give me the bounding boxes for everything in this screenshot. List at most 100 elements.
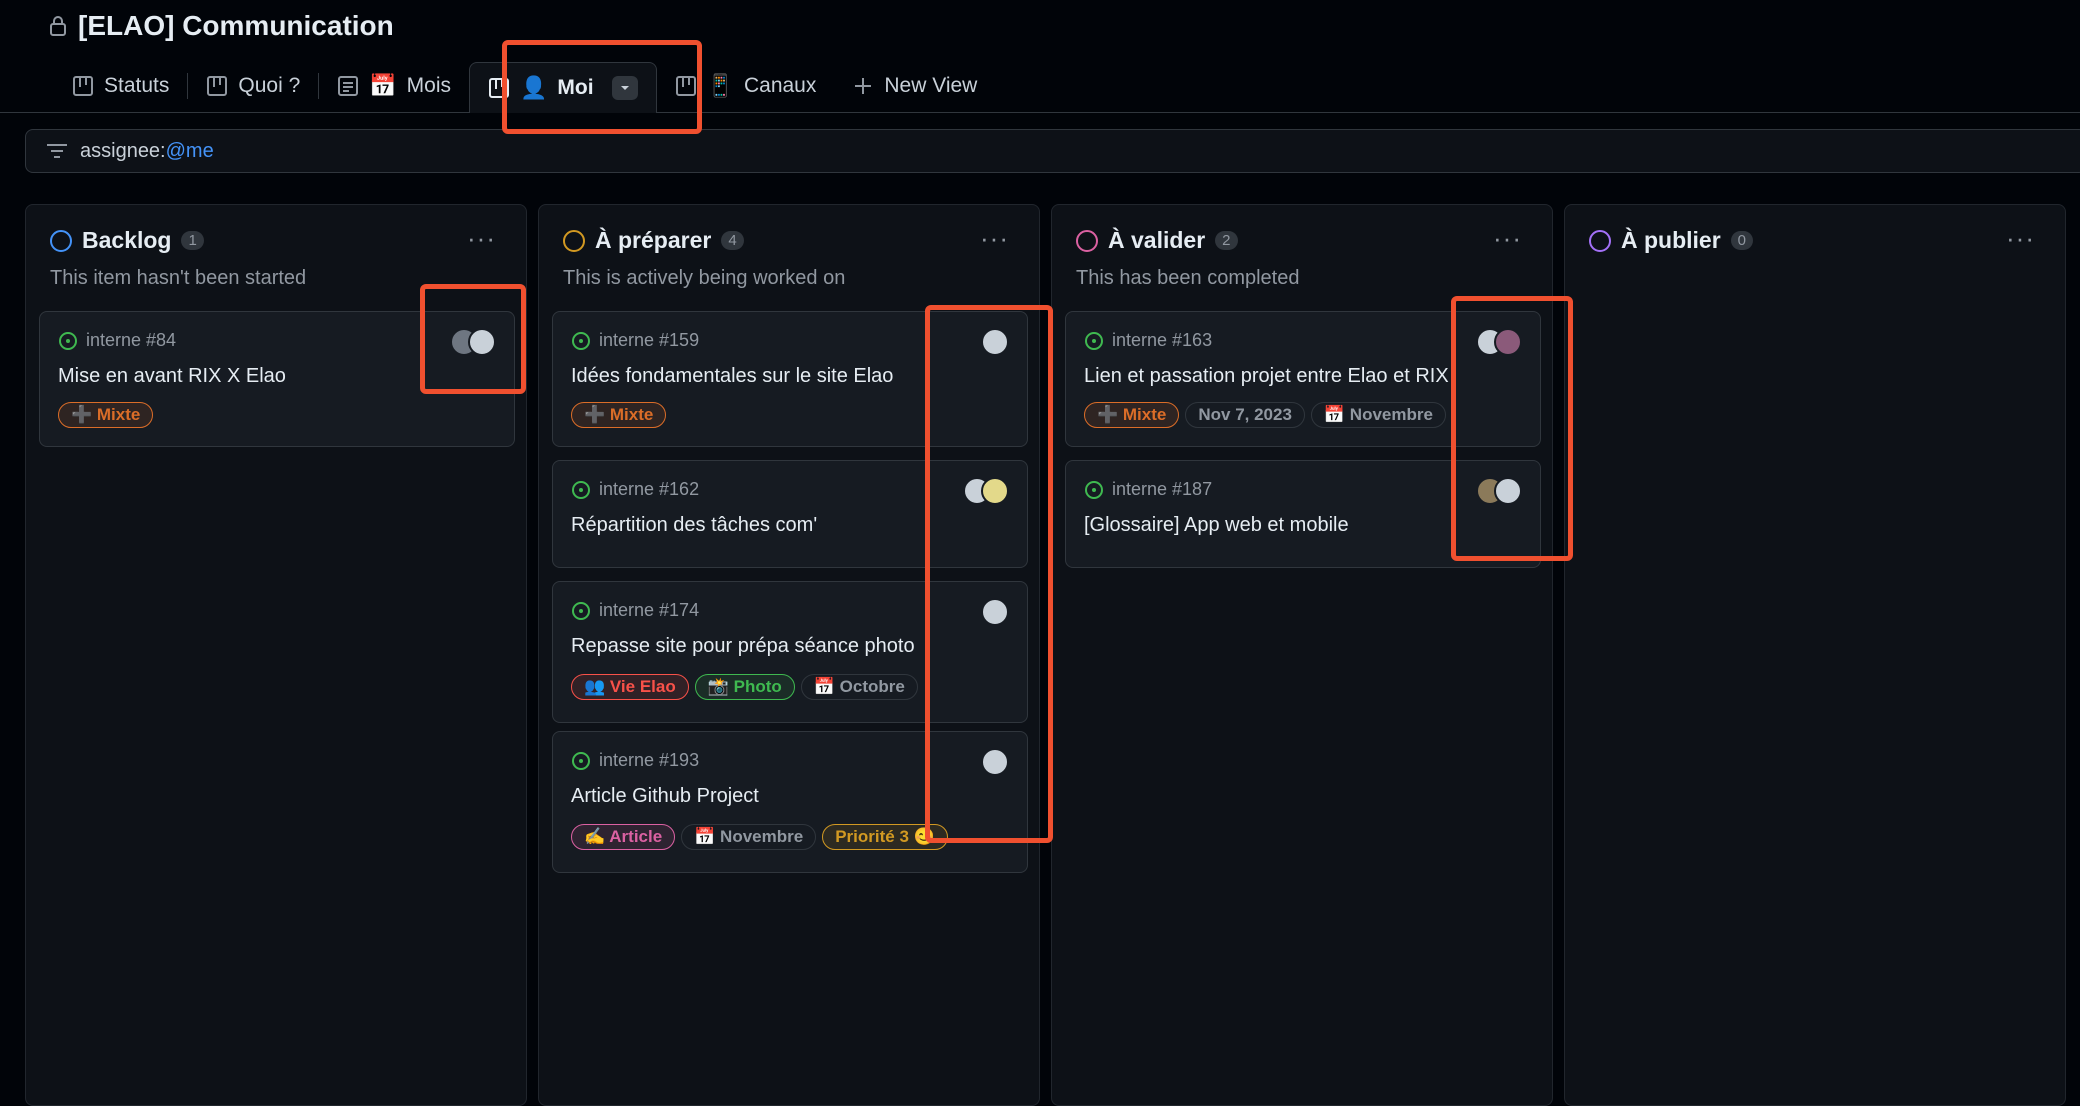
issue-number: interne #174 [599,600,700,620]
issue-open-icon [572,331,590,350]
assignee-avatars[interactable] [981,328,1009,356]
assignee-avatars[interactable] [963,477,1009,505]
issue-open-icon [572,751,590,770]
label-mixte[interactable]: ➕ Mixte [1084,402,1180,428]
filter-icon [47,144,67,158]
project-title: [ELAO] Communication [78,10,394,41]
status-circle-icon [563,229,585,252]
assignee-avatars[interactable] [981,598,1009,626]
label-priorite[interactable]: Priorité 3 😊 [822,824,948,850]
avatar [1494,477,1522,505]
issue-open-icon [1085,331,1103,350]
card-labels: ✍️ Article 📅 Novembre Priorité 3 😊 [571,824,948,850]
label-vie-elao[interactable]: 👥 Vie Elao [571,674,689,700]
avatar [981,328,1009,356]
table-icon [338,76,359,96]
issue-number: interne #193 [599,750,700,770]
card-labels: 👥 Vie Elao 📸 Photo 📅 Octobre [571,674,918,700]
card-issue-ref: interne #84 [58,330,176,351]
avatar [468,328,496,356]
issue-open-icon [572,480,590,499]
phone-icon: 📱 [706,73,734,98]
assignee-avatars[interactable] [981,748,1009,776]
column-header: À publier 0 [1589,227,1754,254]
chevron-down-icon [620,85,629,90]
board-icon [207,76,228,96]
label-mixte[interactable]: ➕ Mixte [571,402,667,428]
column-description: This has been completed [1076,267,1300,289]
label-novembre[interactable]: 📅 Novembre [1310,402,1446,428]
column-name: À préparer [595,227,712,253]
column-menu-button[interactable]: ··· [1493,223,1522,254]
column-count: 1 [181,231,204,250]
tab-quoi[interactable]: Quoi ? [188,60,318,112]
column-header: À valider 2 [1076,227,1238,254]
issue-open-icon [59,331,77,350]
label-photo[interactable]: 📸 Photo [694,674,795,700]
tab-statuts[interactable]: Statuts [54,60,187,112]
card-title[interactable]: Idées fondamentales sur le site Elao [571,365,893,388]
issue-number: interne #84 [86,330,177,350]
label-mixte[interactable]: ➕ Mixte [58,402,154,428]
avatar [981,477,1009,505]
filter-input[interactable]: assignee:@me [25,129,2080,173]
assignee-avatars[interactable] [1476,477,1522,505]
card-title[interactable]: Répartition des tâches com' [571,514,817,537]
issue-open-icon [572,601,590,620]
tab-label: New View [884,74,978,97]
label-article[interactable]: ✍️ Article [571,824,676,850]
card-labels: ➕ Mixte Nov 7, 2023 📅 Novembre [1084,402,1446,428]
avatar [1494,328,1522,356]
card-labels: ➕ Mixte [571,402,667,428]
card-title[interactable]: Repasse site pour prépa séance photo [571,635,915,658]
label-date[interactable]: Nov 7, 2023 [1185,402,1305,428]
issue-number: interne #163 [1112,330,1213,350]
view-options-button[interactable] [611,75,638,100]
tab-mois[interactable]: 📅 Mois [319,60,469,112]
board-card[interactable]: interne #84 Mise en avant RIX X Elao ➕ M… [39,311,515,447]
board-card[interactable]: interne #163 Lien et passation projet en… [1065,311,1541,447]
issue-number: interne #162 [599,479,700,499]
card-title[interactable]: Mise en avant RIX X Elao [58,365,286,388]
issue-number: interne #187 [1112,479,1213,499]
board-card[interactable]: interne #162 Répartition des tâches com' [552,460,1028,568]
tab-label: Mois [406,74,451,97]
column-menu-button[interactable]: ··· [2006,223,2035,254]
avatar [981,598,1009,626]
card-title[interactable]: [Glossaire] App web et mobile [1084,514,1349,537]
board-card[interactable]: interne #174 Repasse site pour prépa séa… [552,581,1028,723]
column-header: Backlog 1 [50,227,204,254]
lock-icon [50,16,66,36]
column-name: À valider [1108,227,1206,253]
card-issue-ref: interne #187 [1084,479,1212,500]
board-card[interactable]: interne #187 [Glossaire] App web et mobi… [1065,460,1541,568]
tab-label: Statuts [104,74,170,97]
column-menu-button[interactable]: ··· [467,223,496,254]
issue-number: interne #159 [599,330,700,350]
board-card[interactable]: interne #159 Idées fondamentales sur le … [552,311,1028,447]
status-circle-icon [50,229,72,252]
plus-icon [855,78,872,94]
card-title[interactable]: Article Github Project [571,785,759,808]
filter-value: @me [165,139,214,162]
column-backlog: Backlog 1 ··· This item hasn't been star… [25,204,527,1106]
filter-query: assignee:@me [80,140,214,163]
tab-moi[interactable]: 👤 Moi [469,61,657,113]
column-name: À publier [1621,227,1721,253]
label-octobre[interactable]: 📅 Octobre [800,674,918,700]
card-labels: ➕ Mixte [58,402,154,428]
board-card[interactable]: interne #193 Article Github Project ✍️ A… [552,731,1028,873]
assignee-avatars[interactable] [1476,328,1522,356]
column-description: This item hasn't been started [50,267,307,289]
column-menu-button[interactable]: ··· [980,223,1009,254]
new-view-button[interactable]: New View [834,60,995,112]
card-title[interactable]: Lien et passation projet entre Elao et R… [1084,365,1449,388]
column-count: 4 [721,231,744,250]
assignee-avatars[interactable] [450,328,496,356]
column-count: 2 [1215,231,1238,250]
card-issue-ref: interne #193 [571,750,699,771]
calendar-icon: 📅 [369,73,397,98]
card-issue-ref: interne #162 [571,479,699,500]
label-novembre[interactable]: 📅 Novembre [681,824,817,850]
tab-canaux[interactable]: 📱 Canaux [657,60,835,112]
